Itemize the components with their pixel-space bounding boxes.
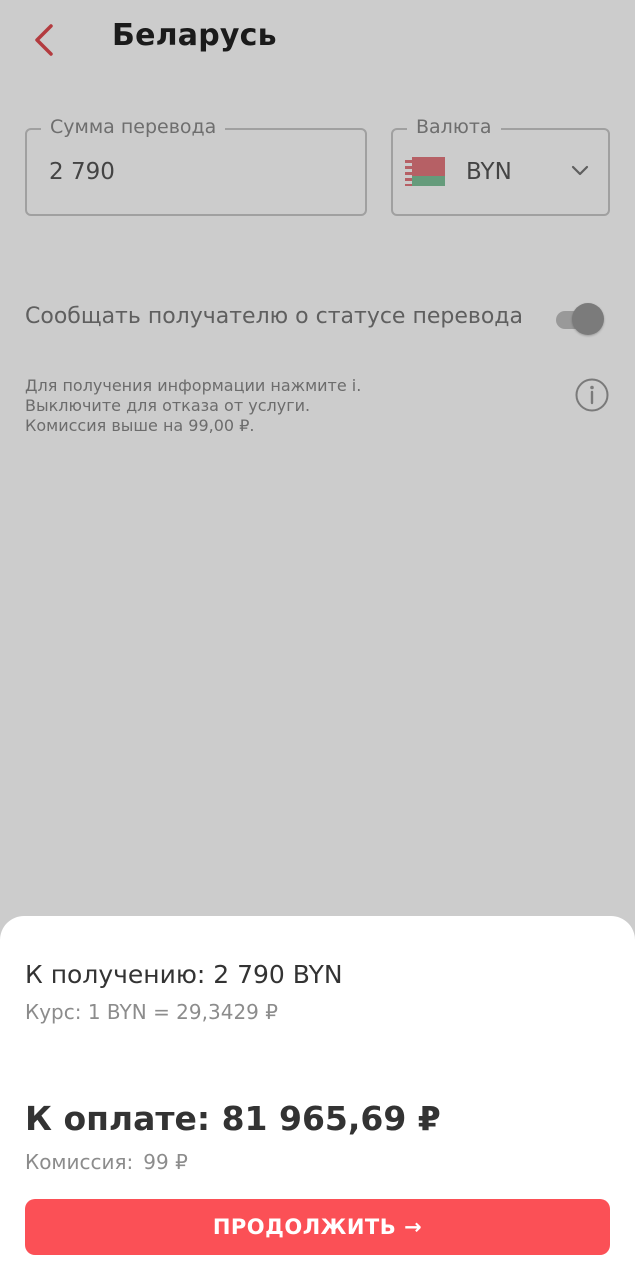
- receive-amount: К получению: 2 790 BYN: [25, 960, 343, 989]
- payment-summary-sheet: К получению: 2 790 BYN Курс: 1 BYN = 29,…: [0, 916, 635, 1280]
- commission-label: Комиссия:: [25, 1150, 134, 1174]
- commission-value: 99 ₽: [143, 1150, 188, 1174]
- commission: Комиссия: 99 ₽: [25, 1150, 188, 1174]
- pay-amount: К оплате: 81 965,69 ₽: [25, 1099, 441, 1138]
- exchange-rate: Курс: 1 BYN = 29,3429 ₽: [25, 1000, 278, 1024]
- continue-button[interactable]: ПРОДОЛЖИТЬ →: [25, 1199, 610, 1255]
